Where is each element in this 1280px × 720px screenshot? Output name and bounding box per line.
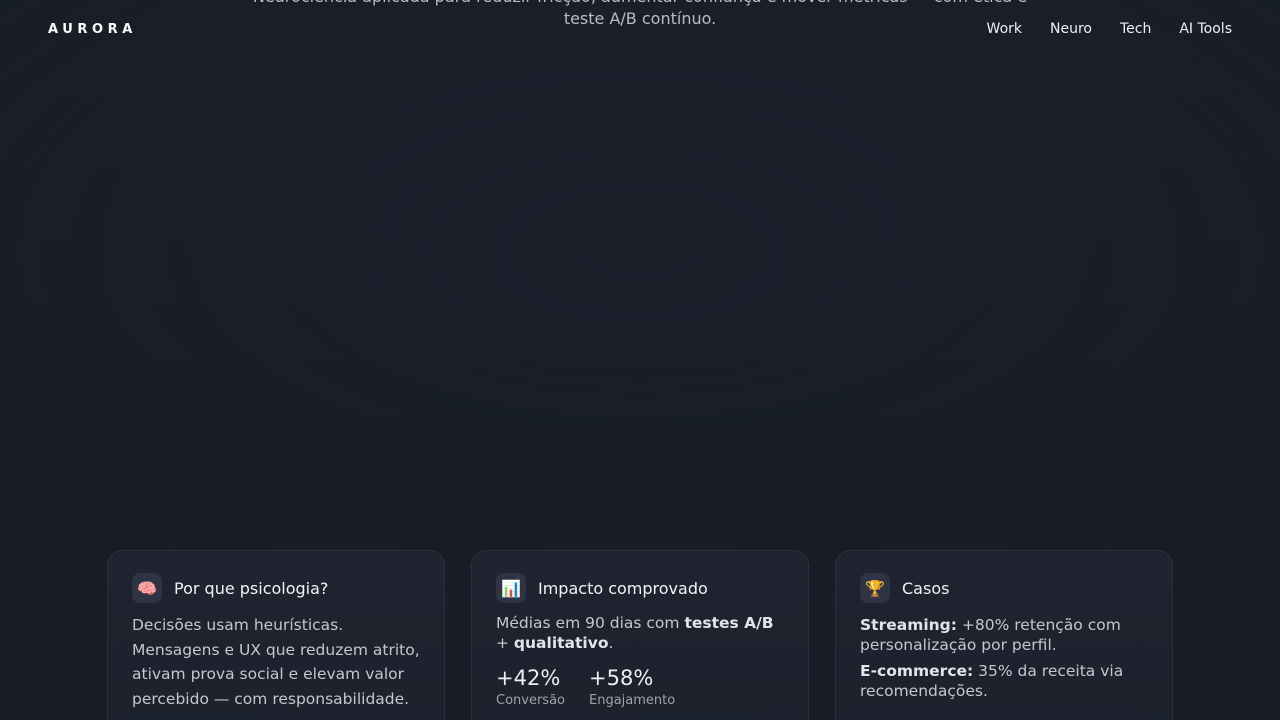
nav-link-tech[interactable]: Tech bbox=[1120, 21, 1151, 37]
card-impact: 📊 Impacto comprovado Médias em 90 dias c… bbox=[471, 550, 809, 720]
case-label: Streaming: bbox=[860, 616, 957, 634]
card-psychology: 🧠 Por que psicologia? Decisões usam heur… bbox=[107, 550, 445, 720]
impact-text-mid: + bbox=[496, 634, 514, 652]
impact-stats: +42% Conversão +58% Engajamento bbox=[496, 665, 784, 708]
main-nav: Work Neuro Tech AI Tools bbox=[987, 21, 1232, 37]
impact-text-suffix: . bbox=[608, 634, 614, 652]
nav-link-neuro[interactable]: Neuro bbox=[1050, 21, 1092, 37]
case-item: Streaming: +80% retenção com personaliza… bbox=[860, 615, 1148, 655]
stat-label: Conversão bbox=[496, 693, 565, 708]
nav-link-work[interactable]: Work bbox=[987, 21, 1022, 37]
stat-conversion: +42% Conversão bbox=[496, 665, 565, 708]
trophy-icon: 🏆 bbox=[860, 573, 890, 603]
card-header: 📊 Impacto comprovado bbox=[496, 573, 784, 603]
card-header: 🏆 Casos bbox=[860, 573, 1148, 603]
nav-link-ai-tools[interactable]: AI Tools bbox=[1179, 21, 1232, 37]
card-title: Impacto comprovado bbox=[538, 578, 708, 598]
impact-text-prefix: Médias em 90 dias com bbox=[496, 614, 685, 632]
brain-icon: 🧠 bbox=[132, 573, 162, 603]
stat-value: +58% bbox=[589, 666, 654, 690]
stat-engagement: +58% Engajamento bbox=[589, 665, 675, 708]
card-body: Decisões usam heurísticas. Mensagens e U… bbox=[132, 616, 420, 708]
impact-text-bold-qual: qualitativo bbox=[513, 634, 609, 652]
cases-list: Streaming: +80% retenção com personaliza… bbox=[860, 615, 1148, 701]
card-title: Por que psicologia? bbox=[174, 578, 329, 598]
card-title: Casos bbox=[902, 578, 950, 598]
stat-label: Engajamento bbox=[589, 693, 676, 708]
card-cases: 🏆 Casos Streaming: +80% retenção com per… bbox=[835, 550, 1173, 720]
case-item: E-commerce: 35% da receita via recomenda… bbox=[860, 661, 1148, 701]
stat-value: +42% bbox=[496, 666, 561, 690]
bar-chart-icon: 📊 bbox=[496, 573, 526, 603]
impact-text-bold-ab: testes A/B bbox=[684, 614, 774, 632]
brand-logo[interactable]: AURORA bbox=[48, 22, 137, 37]
case-label: E-commerce: bbox=[860, 662, 974, 680]
card-header: 🧠 Por que psicologia? bbox=[132, 573, 420, 603]
card-body: Médias em 90 dias com testes A/B + quali… bbox=[496, 613, 784, 653]
top-navigation-bar: AURORA Work Neuro Tech AI Tools bbox=[0, 0, 1280, 62]
